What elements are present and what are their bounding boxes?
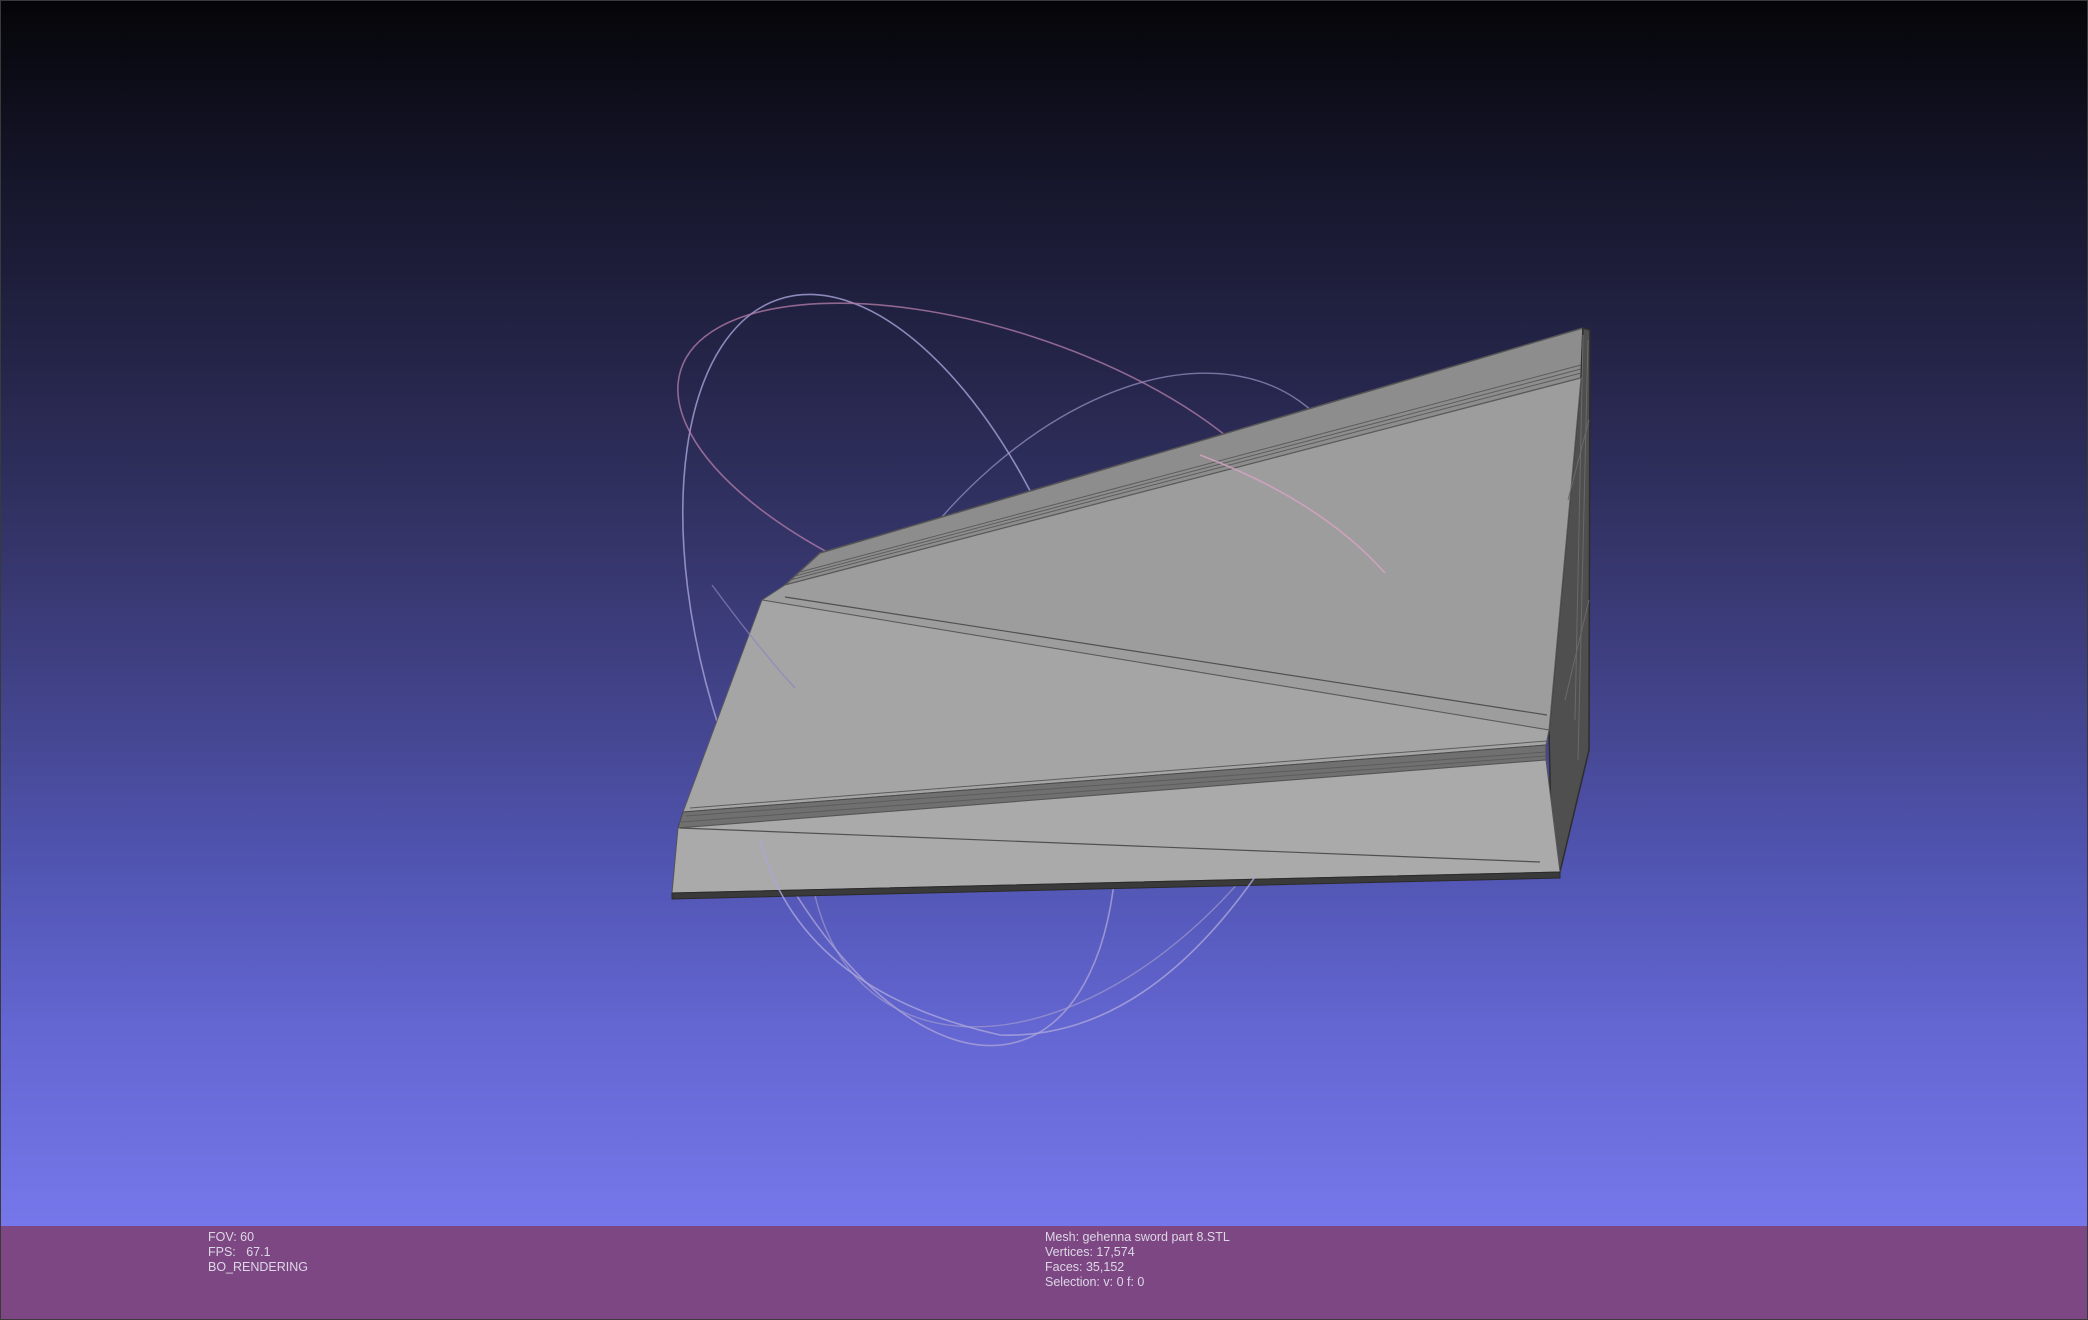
vertices-readout: Vertices: 17,574 <box>1045 1245 1135 1259</box>
scene-canvas[interactable] <box>0 0 2088 1226</box>
meshlab-window: FOV: 60 FPS: 67.1 BO_RENDERING Mesh: geh… <box>0 0 2088 1320</box>
fov-readout: FOV: 60 <box>208 1230 255 1244</box>
render-mode-readout: BO_RENDERING <box>208 1260 309 1274</box>
faces-readout: Faces: 35,152 <box>1045 1260 1125 1274</box>
mesh-info-panel: Mesh: gehenna sword part 8.STL Vertices:… <box>1045 1230 1230 1290</box>
fps-readout: FPS: 67.1 <box>208 1245 271 1259</box>
3d-viewport[interactable] <box>0 0 2088 1226</box>
render-info-panel: FOV: 60 FPS: 67.1 BO_RENDERING <box>208 1230 308 1275</box>
selection-readout: Selection: v: 0 f: 0 <box>1045 1275 1145 1289</box>
mesh-model[interactable] <box>671 327 1591 900</box>
status-bar: FOV: 60 FPS: 67.1 BO_RENDERING Mesh: geh… <box>0 1226 2088 1320</box>
mesh-name-readout: Mesh: gehenna sword part 8.STL <box>1045 1230 1230 1244</box>
